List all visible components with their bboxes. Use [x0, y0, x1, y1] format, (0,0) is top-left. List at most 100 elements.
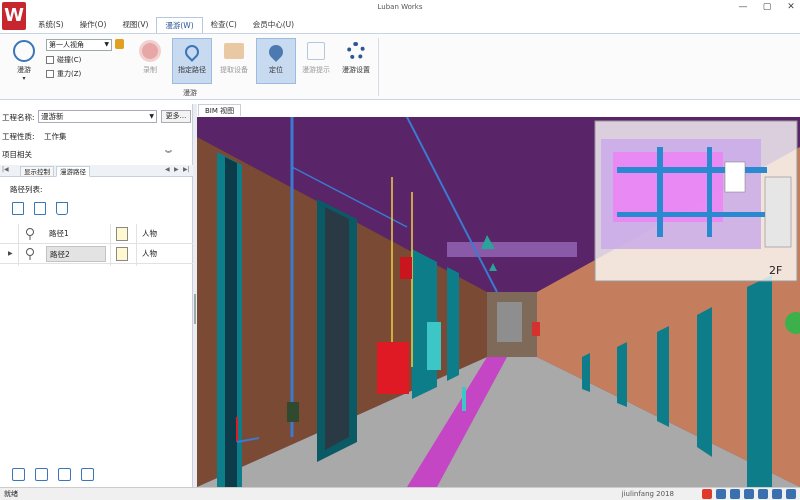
maximize-button[interactable]: ▢ — [762, 2, 772, 13]
assistant-float-icon[interactable] — [785, 312, 800, 334]
menu-system[interactable]: 系统(S) — [30, 17, 72, 33]
project-name-value: 漫游新 — [41, 112, 64, 121]
more-button[interactable]: 更多... — [161, 110, 191, 123]
tray-keyboard-icon[interactable] — [758, 489, 768, 499]
tab-roam-path[interactable]: 漫游路径 — [56, 166, 90, 177]
menu-bar: 系统(S) 操作(O) 视图(V) 漫游(W) 检查(C) 会员中心(U) — [30, 17, 302, 33]
title-bar: Luban Works — ▢ ✕ — [0, 0, 800, 16]
path-doc-icon[interactable] — [116, 247, 128, 261]
roam-settings-button[interactable]: 漫游设置 — [336, 38, 376, 84]
path-type: 人物 — [142, 249, 157, 258]
minimize-button[interactable]: — — [738, 2, 748, 13]
lock-icon[interactable] — [115, 39, 124, 49]
status-user: jiulinfang 2018 — [621, 490, 674, 498]
path-type: 人物 — [142, 229, 157, 238]
prev-tab-arrow-icon[interactable]: ◀ — [165, 166, 170, 173]
table-row[interactable]: 路径1 人物 — [0, 224, 193, 244]
window-title: Luban Works — [377, 3, 423, 11]
menu-operate[interactable]: 操作(O) — [72, 17, 115, 33]
gravity-label: 重力(Z) — [57, 70, 82, 78]
menu-roam[interactable]: 漫游(W) — [156, 17, 203, 33]
status-bar: 就绪 jiulinfang 2018 — [0, 487, 800, 500]
locate-button[interactable]: 定位 — [256, 38, 296, 84]
record-label: 录制 — [143, 66, 157, 74]
path-name[interactable]: 路径1 — [46, 226, 106, 242]
extract-device-button[interactable]: 提取设备 — [214, 38, 254, 84]
project-nature-value: 工作集 — [44, 132, 67, 141]
collapse-icon[interactable]: ︾ — [165, 149, 172, 159]
checkbox-box — [46, 70, 54, 78]
tray-user-icon[interactable] — [772, 489, 782, 499]
playback-toolbar — [12, 468, 94, 481]
path-name[interactable]: 路径2 — [46, 246, 106, 262]
column-divider — [18, 224, 19, 266]
tray-settings-icon[interactable] — [786, 489, 796, 499]
roam-dropdown-arrow: ▾ — [22, 75, 26, 82]
fullscreen-icon[interactable] — [81, 468, 94, 481]
project-nature-label: 工程性质: — [2, 132, 35, 141]
next-tab-arrow-icon[interactable]: ▶ — [174, 166, 179, 173]
record-icon — [139, 40, 161, 62]
system-tray — [702, 489, 796, 499]
set-path-button[interactable]: 指定路径 — [172, 38, 212, 84]
roam-settings-label: 漫游设置 — [342, 66, 370, 74]
roam-hint-label: 漫游提示 — [302, 66, 330, 74]
record-button[interactable]: 录制 — [130, 38, 170, 84]
project-related-header[interactable]: 项目相关 — [2, 149, 32, 160]
project-name-label: 工程名称: — [2, 113, 35, 122]
roam-label: 漫游 — [17, 66, 31, 74]
path-pin-icon — [26, 228, 34, 240]
delete-path-icon[interactable] — [56, 202, 68, 215]
menu-check[interactable]: 检查(C) — [203, 17, 245, 33]
locate-label: 定位 — [269, 66, 283, 74]
path-doc-icon[interactable] — [116, 227, 128, 241]
panel-tab-strip: |◀ 显示控制 漫游路径 ◀ ▶ ▶| — [0, 165, 193, 177]
roam-hint-icon — [307, 42, 325, 60]
gear-icon — [347, 42, 365, 60]
pause-icon[interactable] — [12, 468, 25, 481]
bim-view-tab[interactable]: BIM 视图 — [198, 104, 242, 116]
last-tab-arrow-icon[interactable]: ▶| — [183, 166, 190, 173]
column-divider — [136, 224, 137, 266]
left-panel: 工程名称: 漫游新 ▼ 更多... 工程性质: 工作集 项目相关 ︾ |◀ 显示… — [0, 104, 193, 487]
path-pin-icon — [26, 248, 34, 260]
row-selected-icon: ▶ — [8, 250, 13, 257]
project-name-select[interactable]: 漫游新 ▼ — [38, 110, 157, 123]
first-tab-arrow-icon[interactable]: |◀ — [2, 166, 9, 173]
ribbon-group-label: 漫游 — [183, 89, 197, 97]
menu-view[interactable]: 视图(V) — [114, 17, 156, 33]
corridor-scene: 2F — [197, 117, 800, 487]
tray-emoji-icon[interactable] — [730, 489, 740, 499]
locate-pin-icon — [266, 42, 286, 62]
chevron-down-icon: ▼ — [104, 41, 109, 48]
tray-input-icon[interactable] — [716, 489, 726, 499]
gravity-checkbox[interactable]: 重力(Z) — [46, 69, 81, 79]
bim-3d-viewport[interactable]: 2F — [197, 117, 800, 487]
checkbox-box — [46, 56, 54, 64]
path-toolbar — [12, 202, 68, 215]
add-path-icon[interactable] — [12, 202, 24, 215]
extract-device-label: 提取设备 — [220, 66, 248, 74]
tab-display-control[interactable]: 显示控制 — [20, 166, 54, 177]
close-button[interactable]: ✕ — [786, 2, 796, 13]
loop-icon[interactable] — [35, 468, 48, 481]
minimap-floor-label: 2F — [769, 264, 782, 277]
status-text: 就绪 — [4, 490, 18, 498]
view-mode-value: 第一人视角 — [49, 41, 84, 49]
ribbon: 漫游 ▾ 第一人视角 ▼ 碰撞(C) 重力(Z) 录制 指定路径 提取设备 定位… — [0, 33, 800, 100]
table-row[interactable]: ▶ 路径2 人物 — [0, 244, 193, 264]
roam-icon — [13, 40, 35, 62]
menu-member-center[interactable]: 会员中心(U) — [245, 17, 302, 33]
shuffle-icon[interactable] — [58, 468, 71, 481]
tray-mic-icon[interactable] — [744, 489, 754, 499]
collision-label: 碰撞(C) — [57, 56, 82, 64]
roam-hint-button[interactable]: 漫游提示 — [296, 38, 336, 84]
set-path-label: 指定路径 — [178, 66, 206, 74]
view-mode-select[interactable]: 第一人视角 ▼ — [46, 39, 112, 51]
collision-checkbox[interactable]: 碰撞(C) — [46, 55, 81, 65]
edit-path-icon[interactable] — [34, 202, 46, 215]
roam-button[interactable]: 漫游 ▾ — [4, 38, 44, 84]
column-divider — [110, 224, 111, 266]
app-logo[interactable]: W — [2, 2, 26, 30]
tray-s-icon[interactable] — [702, 489, 712, 499]
